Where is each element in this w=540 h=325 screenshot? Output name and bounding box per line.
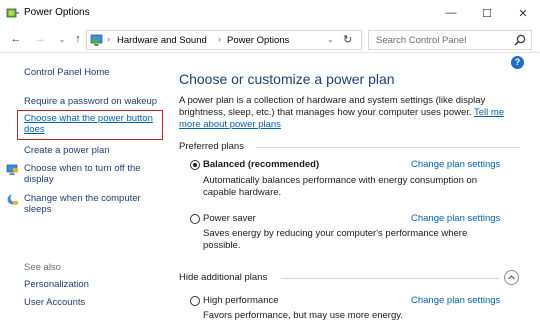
address-bar[interactable]: › Hardware and Sound › Power Options ⌄ ↻ — [86, 30, 362, 50]
window-title: Power Options — [24, 7, 90, 18]
refresh-button[interactable]: ↻ — [343, 33, 352, 46]
breadcrumb-hardware-and-sound[interactable]: Hardware and Sound — [117, 35, 207, 46]
navigation-bar: ← → ⌄ ↑ › Hardware and Sound › Power Opt… — [0, 27, 540, 53]
hide-additional-plans-heading[interactable]: Hide additional plans — [179, 272, 267, 283]
see-also-label: See also — [24, 262, 61, 273]
plan-radio-power-saver[interactable] — [190, 214, 200, 224]
address-dropdown[interactable]: ⌄ — [327, 35, 334, 44]
sidebar-item-power-button[interactable]: Choose what the power button does — [24, 113, 156, 135]
main-content: ? Choose or customize a power plan A pow… — [170, 54, 540, 325]
plan-name-high-performance[interactable]: High performance — [203, 295, 279, 306]
plan-desc-balanced: Automatically balances performance with … — [203, 175, 478, 198]
sidebar-item-computer-sleeps[interactable]: Change when the computer sleeps — [24, 193, 156, 215]
sidebar-item-turn-off-display[interactable]: Choose when to turn off the display — [24, 163, 154, 185]
breadcrumb-separator: › — [218, 34, 221, 44]
search-box[interactable]: Search Control Panel — [368, 30, 532, 50]
sidebar-item-create-power-plan[interactable]: Create a power plan — [24, 145, 110, 156]
section-divider — [281, 278, 499, 279]
sidebar: Control Panel Home Require a password on… — [0, 54, 170, 325]
sidebar-item-require-password[interactable]: Require a password on wakeup — [24, 96, 164, 107]
plan-name-balanced[interactable]: Balanced (recommended) — [203, 159, 319, 170]
breadcrumb-separator: › — [107, 34, 110, 44]
change-plan-settings-link-balanced[interactable]: Change plan settings — [411, 159, 500, 170]
back-button[interactable]: ← — [8, 31, 24, 47]
preferred-plans-heading: Preferred plans — [179, 141, 244, 152]
power-options-icon — [6, 8, 19, 18]
control-panel-icon — [90, 34, 103, 46]
plan-desc-high-performance: Favors performance, but may use more ene… — [203, 310, 403, 321]
plan-radio-balanced[interactable] — [190, 160, 200, 170]
search-icon[interactable] — [513, 33, 527, 47]
maximize-button[interactable]: ☐ — [470, 0, 504, 26]
change-plan-settings-link-high-performance[interactable]: Change plan settings — [411, 295, 500, 306]
sidebar-item-personalization[interactable]: Personalization — [24, 279, 89, 290]
page-description: A power plan is a collection of hardware… — [179, 95, 519, 131]
minimize-button[interactable]: — — [434, 0, 468, 26]
display-shield-icon — [6, 164, 18, 175]
sleep-moon-icon — [7, 194, 19, 205]
chevron-up-icon — [508, 275, 515, 280]
recent-locations-dropdown[interactable]: ⌄ — [54, 31, 70, 47]
sidebar-item-control-panel-home[interactable]: Control Panel Home — [24, 67, 110, 78]
section-divider — [256, 147, 520, 148]
collapse-button[interactable] — [504, 270, 519, 285]
change-plan-settings-link-power-saver[interactable]: Change plan settings — [411, 213, 500, 224]
help-icon[interactable]: ? — [511, 56, 524, 69]
plan-name-power-saver[interactable]: Power saver — [203, 213, 256, 224]
search-input[interactable]: Search Control Panel — [376, 35, 466, 46]
description-text: A power plan is a collection of hardware… — [179, 95, 486, 118]
breadcrumb-power-options[interactable]: Power Options — [227, 35, 289, 46]
close-button[interactable]: ✕ — [506, 0, 540, 26]
page-title: Choose or customize a power plan — [179, 71, 395, 87]
forward-button[interactable]: → — [32, 31, 48, 47]
title-bar: Power Options — ☐ ✕ — [0, 0, 540, 26]
up-button[interactable]: ↑ — [70, 31, 86, 47]
sidebar-item-user-accounts[interactable]: User Accounts — [24, 297, 85, 308]
plan-radio-high-performance[interactable] — [190, 296, 200, 306]
plan-desc-power-saver: Saves energy by reducing your computer's… — [203, 228, 468, 251]
